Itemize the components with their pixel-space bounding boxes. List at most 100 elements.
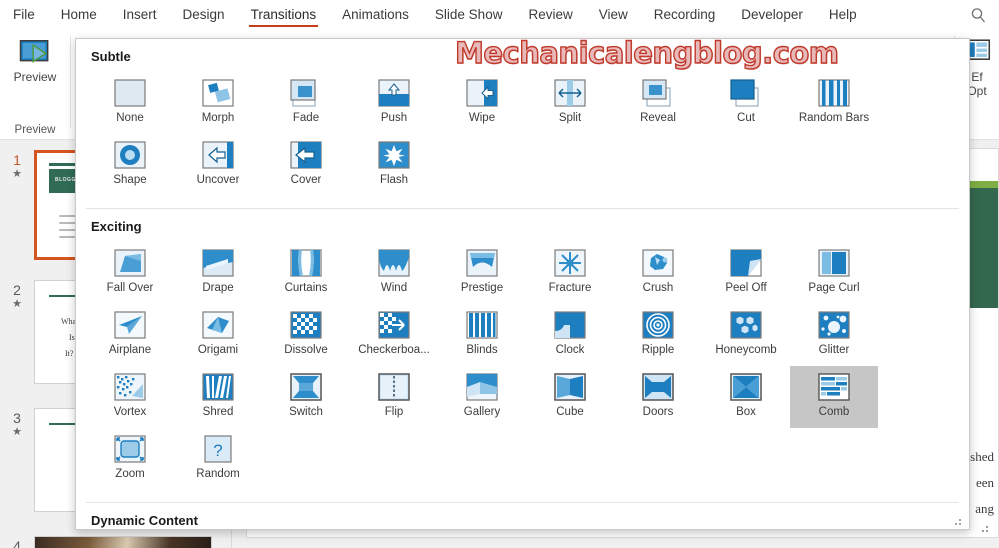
transition-item-glitter[interactable]: Glitter	[790, 304, 878, 366]
transition-item-push[interactable]: Push	[350, 72, 438, 134]
page-curl-icon	[814, 249, 854, 278]
transition-item-blinds[interactable]: Blinds	[438, 304, 526, 366]
transition-label: Clock	[555, 344, 585, 356]
flip-icon	[374, 373, 414, 402]
transition-item-gallery[interactable]: Gallery	[438, 366, 526, 428]
transition-item-wind[interactable]: Wind	[350, 242, 438, 304]
transition-label: None	[116, 112, 144, 124]
tab-view[interactable]: View	[586, 0, 641, 30]
transition-item-split[interactable]: Split	[526, 72, 614, 134]
none-icon	[110, 79, 150, 108]
slide-transition-star-icon: ★	[12, 168, 22, 180]
transition-label: Glitter	[818, 344, 850, 356]
tab-developer[interactable]: Developer	[728, 0, 816, 30]
tab-recording[interactable]: Recording	[641, 0, 729, 30]
transition-label: Drape	[202, 282, 234, 294]
box-icon	[726, 373, 766, 402]
transition-label: Switch	[289, 406, 323, 418]
ribbon-tab-strip: File Home Insert Design Transitions Anim…	[0, 0, 999, 30]
transition-label: Doors	[642, 406, 674, 418]
transition-item-airplane[interactable]: Airplane	[86, 304, 174, 366]
search-icon[interactable]	[970, 7, 987, 24]
transition-item-morph[interactable]: Morph	[174, 72, 262, 134]
transition-label: Split	[558, 112, 582, 124]
transition-label: Prestige	[460, 282, 504, 294]
transition-label: Vortex	[113, 406, 147, 418]
transition-item-page-curl[interactable]: Page Curl	[790, 242, 878, 304]
transition-item-comb[interactable]: Comb	[790, 366, 878, 428]
transitions-gallery-dropdown[interactable]: Subtle None Morph Fade Push Wipe Split R…	[75, 38, 970, 530]
transition-item-none[interactable]: None	[86, 72, 174, 134]
transition-item-uncover[interactable]: Uncover	[174, 134, 262, 196]
tab-home[interactable]: Home	[48, 0, 110, 30]
ribbon-group-preview: Preview Preview	[0, 30, 70, 138]
fracture-icon	[550, 249, 590, 278]
transition-item-honeycomb[interactable]: Honeycomb	[702, 304, 790, 366]
transition-item-crush[interactable]: Crush	[614, 242, 702, 304]
transition-item-doors[interactable]: Doors	[614, 366, 702, 428]
slide-thumbnail-4[interactable]: 4	[0, 536, 231, 548]
preview-button[interactable]: Preview	[0, 30, 70, 84]
transition-item-wipe[interactable]: Wipe	[438, 72, 526, 134]
transition-item-fade[interactable]: Fade	[262, 72, 350, 134]
transition-item-random[interactable]: ? Random	[174, 428, 262, 490]
resize-grip-icon[interactable]	[981, 522, 990, 532]
section-header-dynamic-content: Dynamic Content	[91, 513, 198, 528]
transition-item-flash[interactable]: Flash	[350, 134, 438, 196]
ribbon-group-divider	[70, 36, 71, 128]
tab-transitions[interactable]: Transitions	[238, 0, 330, 30]
tab-review[interactable]: Review	[515, 0, 585, 30]
slide-number-group-4: 4	[0, 536, 34, 548]
transition-item-flip[interactable]: Flip	[350, 366, 438, 428]
resize-grip-icon[interactable]	[954, 515, 963, 525]
transition-item-reveal[interactable]: Reveal	[614, 72, 702, 134]
origami-icon	[198, 311, 238, 340]
transition-label: Blinds	[466, 344, 498, 356]
transition-item-shred[interactable]: Shred	[174, 366, 262, 428]
transition-label: Crush	[642, 282, 674, 294]
transition-label: Cube	[556, 406, 584, 418]
tab-file[interactable]: File	[0, 0, 48, 30]
morph-icon	[198, 79, 238, 108]
shred-icon	[198, 373, 238, 402]
transition-label: Curtains	[284, 282, 328, 294]
fall-over-icon	[110, 249, 150, 278]
transition-item-vortex[interactable]: Vortex	[86, 366, 174, 428]
transition-item-clock[interactable]: Clock	[526, 304, 614, 366]
tab-slide-show[interactable]: Slide Show	[422, 0, 516, 30]
transition-item-cover[interactable]: Cover	[262, 134, 350, 196]
tab-insert[interactable]: Insert	[110, 0, 170, 30]
transition-item-shape[interactable]: Shape	[86, 134, 174, 196]
transition-item-zoom[interactable]: Zoom	[86, 428, 174, 490]
tab-animations[interactable]: Animations	[329, 0, 422, 30]
transition-item-cube[interactable]: Cube	[526, 366, 614, 428]
canvas-text-line-3: ang	[975, 501, 994, 516]
transition-item-origami[interactable]: Origami	[174, 304, 262, 366]
transition-item-fall-over[interactable]: Fall Over	[86, 242, 174, 304]
tab-design[interactable]: Design	[170, 0, 238, 30]
transition-item-checkerboard[interactable]: Checkerboa...	[350, 304, 438, 366]
cube-icon	[550, 373, 590, 402]
transition-label: Cover	[290, 174, 322, 186]
transition-item-curtains[interactable]: Curtains	[262, 242, 350, 304]
transition-item-random-bars[interactable]: Random Bars	[790, 72, 878, 134]
transition-item-fracture[interactable]: Fracture	[526, 242, 614, 304]
transition-item-ripple[interactable]: Ripple	[614, 304, 702, 366]
transition-item-cut[interactable]: Cut	[702, 72, 790, 134]
transition-label: Honeycomb	[715, 344, 777, 356]
transition-label: Peel Off	[725, 282, 767, 294]
split-icon	[550, 79, 590, 108]
transition-item-prestige[interactable]: Prestige	[438, 242, 526, 304]
transition-item-switch[interactable]: Switch	[262, 366, 350, 428]
transition-label: Reveal	[640, 112, 676, 124]
transition-item-drape[interactable]: Drape	[174, 242, 262, 304]
slide-thumb-image-4[interactable]	[34, 536, 212, 548]
transition-item-box[interactable]: Box	[702, 366, 790, 428]
transition-label: Flip	[384, 406, 404, 418]
tab-help[interactable]: Help	[816, 0, 870, 30]
transition-item-peel-off[interactable]: Peel Off	[702, 242, 790, 304]
transition-label: Random Bars	[798, 112, 870, 124]
preview-play-icon	[15, 38, 55, 67]
transition-item-dissolve[interactable]: Dissolve	[262, 304, 350, 366]
ripple-icon	[638, 311, 678, 340]
